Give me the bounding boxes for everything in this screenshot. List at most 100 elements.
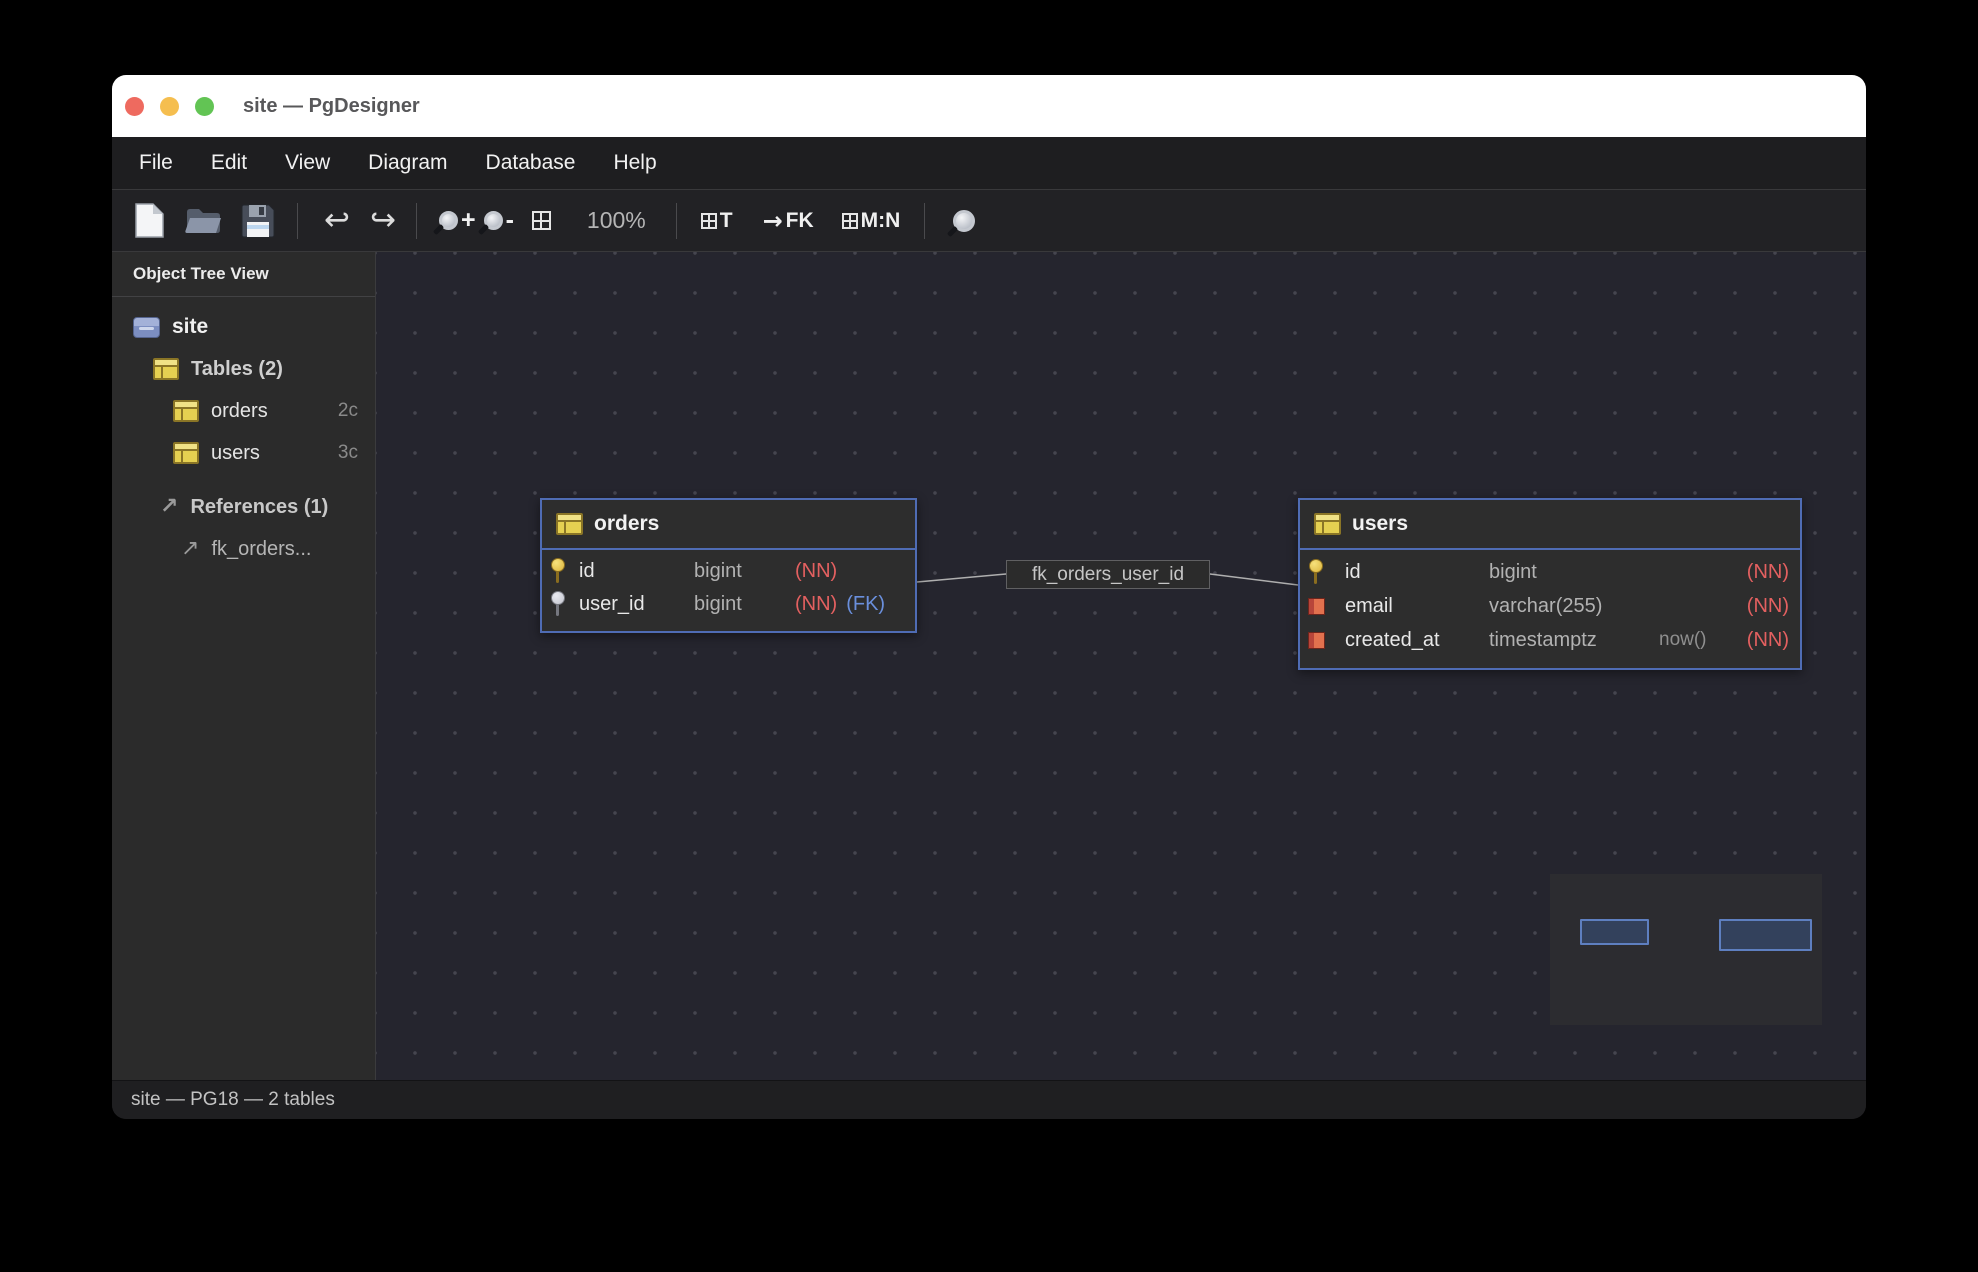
status-bar: site — PG18 — 2 tables bbox=[112, 1080, 1866, 1119]
open-folder-icon bbox=[185, 205, 223, 236]
toolbar-separator bbox=[924, 203, 925, 239]
save-floppy-icon bbox=[241, 204, 275, 238]
entity-orders-header[interactable]: orders bbox=[542, 500, 915, 550]
tree-label: Tables (2) bbox=[191, 358, 283, 381]
minus-sign: - bbox=[506, 208, 514, 233]
tree-label: fk_orders... bbox=[211, 538, 311, 561]
column-name: email bbox=[1345, 595, 1489, 618]
table-grid-icon bbox=[842, 213, 858, 229]
foreign-key-icon bbox=[550, 591, 565, 618]
tree-item-users[interactable]: users 3c bbox=[112, 432, 375, 474]
column-row-email[interactable]: email varchar(255) (NN) bbox=[1300, 589, 1800, 623]
entity-users[interactable]: users id bigint (NN) email bbox=[1298, 498, 1802, 670]
tree-label: users bbox=[211, 442, 260, 465]
object-tree-panel: Object Tree View site Tables (2) orders … bbox=[112, 252, 376, 1080]
not-null-flag: (NN) bbox=[795, 593, 837, 616]
magnifier-minus-icon bbox=[484, 211, 503, 230]
app-window: site — PgDesigner File Edit View Diagram… bbox=[112, 75, 1866, 1119]
add-table-button[interactable]: T bbox=[701, 209, 733, 233]
reference-arrow-icon bbox=[160, 496, 178, 518]
redo-icon: ↪ bbox=[370, 205, 396, 236]
maximize-button[interactable] bbox=[195, 97, 214, 116]
add-fk-button[interactable]: → FK bbox=[763, 209, 814, 233]
menu-file[interactable]: File bbox=[139, 151, 173, 175]
entity-title: orders bbox=[594, 512, 659, 536]
entity-users-header[interactable]: users bbox=[1300, 500, 1800, 550]
new-file-icon bbox=[134, 202, 165, 239]
minimap[interactable] bbox=[1550, 874, 1822, 1025]
column-default: now() bbox=[1659, 629, 1707, 651]
foreign-key-flag: (FK) bbox=[846, 593, 885, 616]
table-icon bbox=[153, 358, 179, 380]
not-null-flag: (NN) bbox=[1747, 595, 1789, 617]
tree-group-tables[interactable]: Tables (2) bbox=[112, 348, 375, 390]
column-icon bbox=[1308, 632, 1325, 649]
close-button[interactable] bbox=[125, 97, 144, 116]
table-grid-icon bbox=[701, 213, 717, 229]
column-type: varchar(255) bbox=[1489, 595, 1659, 618]
search-icon bbox=[953, 210, 975, 232]
tree-item-orders[interactable]: orders 2c bbox=[112, 390, 375, 432]
column-type: timestamptz bbox=[1489, 629, 1659, 652]
primary-key-icon bbox=[550, 558, 565, 585]
save-button[interactable] bbox=[241, 204, 275, 238]
table-icon bbox=[1314, 513, 1341, 535]
menu-bar: File Edit View Diagram Database Help bbox=[112, 137, 1866, 190]
add-mn-label: M:N bbox=[861, 209, 901, 233]
plus-sign: + bbox=[461, 208, 476, 233]
zoom-level: 100% bbox=[587, 207, 646, 234]
table-icon bbox=[173, 400, 199, 422]
minimap-table-orders bbox=[1580, 919, 1649, 945]
object-tree: site Tables (2) orders 2c users 3c bbox=[112, 297, 375, 570]
tree-label: orders bbox=[211, 400, 268, 423]
not-null-flag: (NN) bbox=[1747, 629, 1789, 651]
undo-icon: ↩ bbox=[324, 205, 350, 236]
grid-toggle-button[interactable] bbox=[532, 211, 551, 230]
entity-orders-columns: id bigint (NN) user_id bigint (NN) (FK) bbox=[542, 550, 915, 627]
column-count-badge: 2c bbox=[338, 400, 358, 422]
entity-orders[interactable]: orders id bigint (NN) user_id bigin bbox=[540, 498, 917, 633]
column-row-id[interactable]: id bigint (NN) bbox=[542, 555, 915, 588]
column-type: bigint bbox=[1489, 561, 1659, 584]
column-name: user_id bbox=[579, 593, 694, 616]
column-name: created_at bbox=[1345, 629, 1489, 652]
fk-arrow-icon: → bbox=[763, 209, 783, 233]
column-name: id bbox=[579, 560, 694, 583]
status-text: site — PG18 — 2 tables bbox=[131, 1089, 335, 1111]
add-fk-label: FK bbox=[786, 209, 814, 233]
new-file-button[interactable] bbox=[134, 202, 165, 239]
primary-key-icon bbox=[1308, 559, 1323, 586]
search-button[interactable] bbox=[953, 210, 975, 232]
column-icon bbox=[1308, 598, 1325, 615]
toolbar: ↩ ↪ + - 100% T → FK M:N bbox=[112, 190, 1866, 252]
not-null-flag: (NN) bbox=[1747, 561, 1789, 583]
menu-help[interactable]: Help bbox=[613, 151, 656, 175]
zoom-in-button[interactable]: + bbox=[439, 208, 476, 233]
undo-button[interactable]: ↩ bbox=[324, 205, 350, 236]
menu-view[interactable]: View bbox=[285, 151, 330, 175]
object-tree-header: Object Tree View bbox=[112, 252, 375, 297]
column-row-created-at[interactable]: created_at timestamptz now() (NN) bbox=[1300, 623, 1800, 657]
tree-group-references[interactable]: References (1) bbox=[112, 486, 375, 528]
zoom-out-button[interactable]: - bbox=[484, 208, 514, 233]
toolbar-separator bbox=[416, 203, 417, 239]
window-title: site — PgDesigner bbox=[243, 95, 420, 118]
diagram-canvas[interactable]: orders id bigint (NN) user_id bigin bbox=[376, 252, 1866, 1080]
toolbar-separator bbox=[676, 203, 677, 239]
tree-item-fk-orders[interactable]: fk_orders... bbox=[112, 528, 375, 570]
open-file-button[interactable] bbox=[185, 205, 223, 236]
minimize-button[interactable] bbox=[160, 97, 179, 116]
add-mn-button[interactable]: M:N bbox=[842, 209, 901, 233]
column-count-badge: 3c bbox=[338, 442, 358, 464]
menu-diagram[interactable]: Diagram bbox=[368, 151, 447, 175]
relationship-label[interactable]: fk_orders_user_id bbox=[1006, 560, 1210, 589]
tree-label: site bbox=[172, 315, 208, 339]
menu-database[interactable]: Database bbox=[486, 151, 576, 175]
column-row-id[interactable]: id bigint (NN) bbox=[1300, 555, 1800, 589]
column-row-user-id[interactable]: user_id bigint (NN) (FK) bbox=[542, 588, 915, 621]
redo-button[interactable]: ↪ bbox=[370, 205, 396, 236]
tree-item-site[interactable]: site bbox=[112, 306, 375, 348]
title-bar: site — PgDesigner bbox=[112, 75, 1866, 137]
menu-edit[interactable]: Edit bbox=[211, 151, 247, 175]
toolbar-separator bbox=[297, 203, 298, 239]
